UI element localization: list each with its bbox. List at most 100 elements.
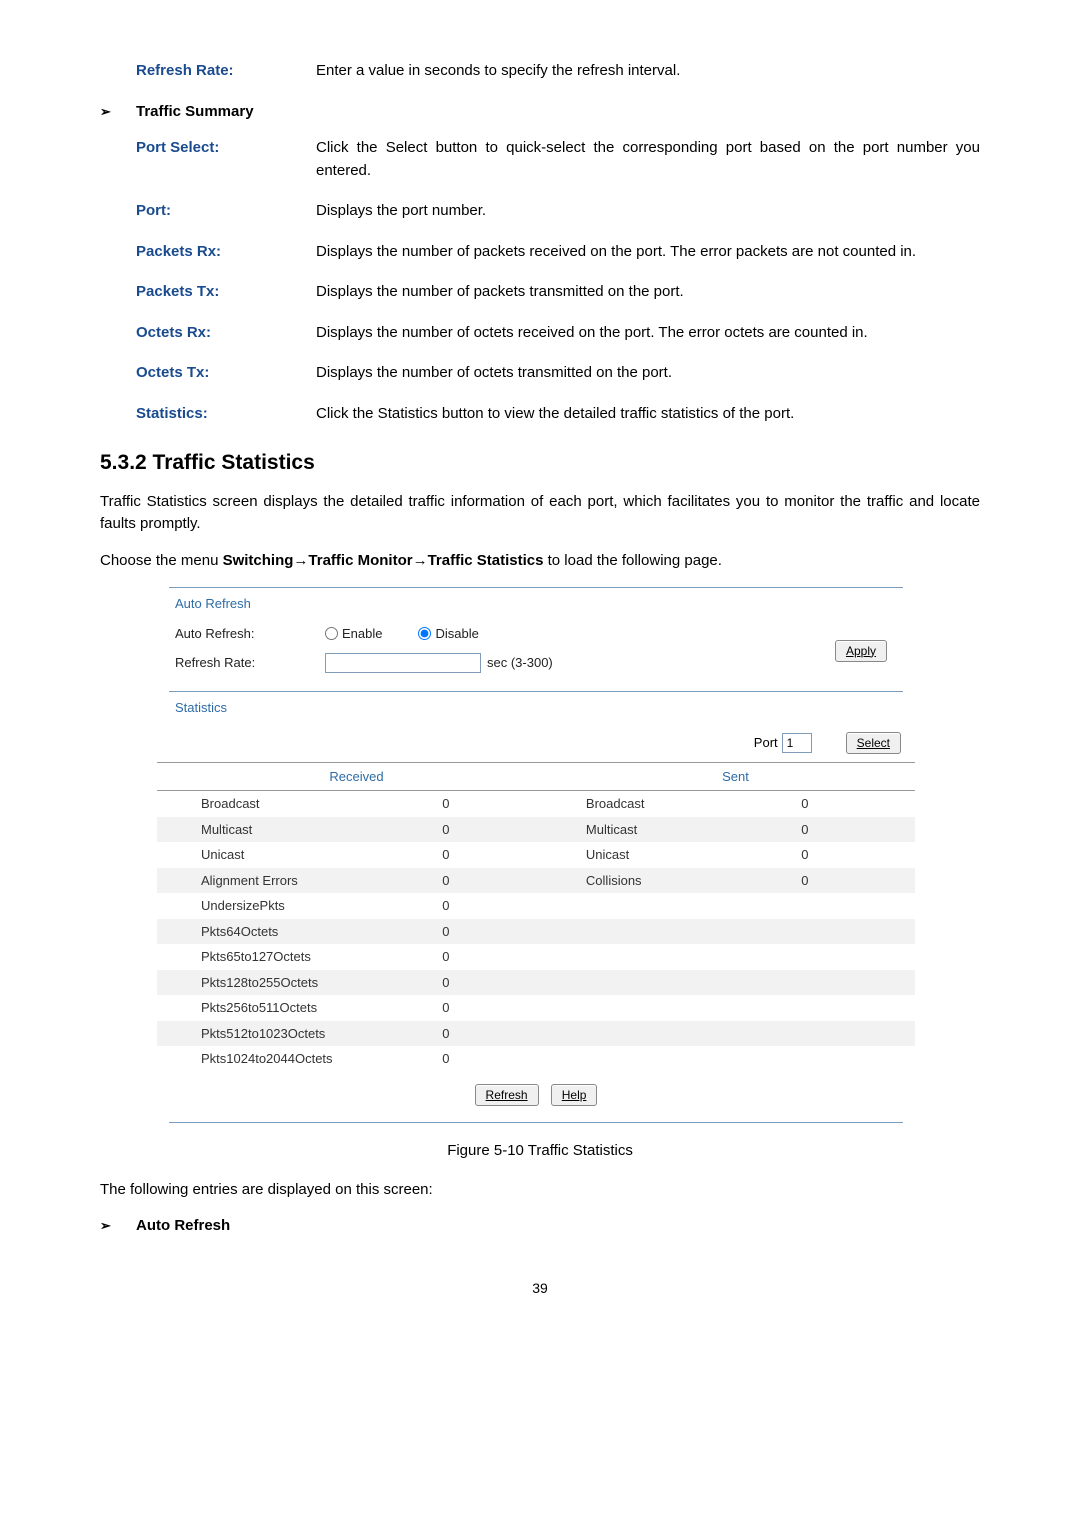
table-row: Pkts512to1023Octets 0	[157, 1021, 915, 1047]
def-port-select: Port Select: Click the Select button to …	[136, 137, 980, 182]
section-auto-refresh: ➢ Auto Refresh	[100, 1215, 980, 1238]
def-label: Packets Tx:	[136, 281, 316, 304]
radio-disable-text: Disable	[435, 624, 478, 644]
figure-caption: Figure 5-10 Traffic Statistics	[100, 1140, 980, 1163]
auto-refresh-label: Auto Refresh:	[175, 624, 325, 644]
table-row: Unicast 0 Unicast 0	[157, 842, 915, 868]
table-row: Pkts65to127Octets 0	[157, 944, 915, 970]
cell-label: Pkts256to511Octets	[157, 995, 436, 1021]
apply-button[interactable]: Apply	[835, 640, 887, 662]
cell-value: 0	[795, 842, 915, 868]
def-label: Refresh Rate:	[136, 60, 316, 83]
cell-label: Pkts65to127Octets	[157, 944, 436, 970]
cell-label: Collisions	[556, 868, 795, 894]
cell-value: 0	[436, 970, 556, 996]
cell-label: Unicast	[556, 842, 795, 868]
radio-disable[interactable]	[418, 627, 431, 640]
radio-disable-label[interactable]: Disable	[418, 624, 478, 644]
def-packets-tx: Packets Tx: Displays the number of packe…	[136, 281, 980, 304]
def-label: Port Select:	[136, 137, 316, 182]
cell-label: Pkts64Octets	[157, 919, 436, 945]
cell-label: Pkts1024to2044Octets	[157, 1046, 436, 1072]
radio-enable-text: Enable	[342, 624, 382, 644]
def-refresh-rate: Refresh Rate: Enter a value in seconds t…	[136, 60, 980, 83]
def-octets-tx: Octets Tx: Displays the number of octets…	[136, 362, 980, 385]
cell-label: Multicast	[157, 817, 436, 843]
def-desc: Displays the port number.	[316, 200, 980, 223]
def-desc: Displays the number of octets received o…	[316, 322, 980, 345]
def-label: Port:	[136, 200, 316, 223]
def-packets-rx: Packets Rx: Displays the number of packe…	[136, 241, 980, 264]
panel-title-statistics: Statistics	[157, 692, 915, 724]
figure-panel: Auto Refresh Auto Refresh: Enable Disabl…	[156, 586, 916, 1124]
def-desc: Click the Select button to quick-select …	[316, 137, 980, 182]
def-desc: Displays the number of packets transmitt…	[316, 281, 980, 304]
cell-value: 0	[436, 944, 556, 970]
col-sent: Sent	[556, 762, 915, 791]
select-button[interactable]: Select	[846, 732, 901, 754]
port-label: Port	[754, 733, 778, 753]
refresh-rate-input[interactable]	[325, 653, 481, 673]
section-title: Traffic Summary	[136, 101, 254, 124]
cell-value: 0	[436, 1046, 556, 1072]
def-port: Port: Displays the port number.	[136, 200, 980, 223]
cell-value: 0	[795, 791, 915, 817]
sec-suffix: sec (3-300)	[487, 653, 553, 673]
help-button[interactable]: Help	[551, 1084, 598, 1106]
cell-label: Pkts512to1023Octets	[157, 1021, 436, 1047]
paragraph: Traffic Statistics screen displays the d…	[100, 491, 980, 536]
cell-value: 0	[795, 868, 915, 894]
bullet-arrow-icon: ➢	[100, 102, 136, 122]
radio-enable-label[interactable]: Enable	[325, 624, 382, 644]
cell-label: UndersizePkts	[157, 893, 436, 919]
cell-value: 0	[436, 868, 556, 894]
text: Choose the menu	[100, 552, 223, 569]
table-row: Alignment Errors 0 Collisions 0	[157, 868, 915, 894]
heading-traffic-statistics: 5.3.2 Traffic Statistics	[100, 447, 980, 479]
table-row: Multicast 0 Multicast 0	[157, 817, 915, 843]
table-row: UndersizePkts 0	[157, 893, 915, 919]
def-octets-rx: Octets Rx: Displays the number of octets…	[136, 322, 980, 345]
def-desc: Displays the number of packets received …	[316, 241, 980, 264]
port-input[interactable]	[782, 733, 812, 753]
table-row: Pkts64Octets 0	[157, 919, 915, 945]
refresh-button[interactable]: Refresh	[475, 1084, 539, 1106]
cell-label: Alignment Errors	[157, 868, 436, 894]
section-traffic-summary: ➢ Traffic Summary	[100, 101, 980, 124]
def-desc: Click the Statistics button to view the …	[316, 403, 980, 426]
cell-value: 0	[436, 817, 556, 843]
cell-value: 0	[436, 842, 556, 868]
paragraph: The following entries are displayed on t…	[100, 1179, 980, 1202]
col-received: Received	[157, 762, 556, 791]
menu-path: Switching→Traffic Monitor→Traffic Statis…	[223, 552, 544, 569]
cell-label: Multicast	[556, 817, 795, 843]
def-label: Octets Rx:	[136, 322, 316, 345]
cell-value: 0	[795, 817, 915, 843]
def-label: Octets Tx:	[136, 362, 316, 385]
cell-label: Broadcast	[157, 791, 436, 817]
cell-label: Broadcast	[556, 791, 795, 817]
table-row: Pkts256to511Octets 0	[157, 995, 915, 1021]
statistics-table: Received Sent Broadcast 0 Broadcast 0 Mu…	[157, 762, 915, 1072]
table-row: Pkts1024to2044Octets 0	[157, 1046, 915, 1072]
def-statistics: Statistics: Click the Statistics button …	[136, 403, 980, 426]
panel-title-auto-refresh: Auto Refresh	[157, 588, 915, 620]
cell-value: 0	[436, 893, 556, 919]
paragraph: Choose the menu Switching→Traffic Monito…	[100, 550, 980, 573]
def-label: Packets Rx:	[136, 241, 316, 264]
cell-label: Pkts128to255Octets	[157, 970, 436, 996]
cell-value: 0	[436, 1021, 556, 1047]
bullet-arrow-icon: ➢	[100, 1216, 136, 1236]
cell-value: 0	[436, 995, 556, 1021]
def-desc: Enter a value in seconds to specify the …	[316, 60, 980, 83]
refresh-rate-label: Refresh Rate:	[175, 653, 325, 673]
text: to load the following page.	[543, 552, 721, 569]
def-label: Statistics:	[136, 403, 316, 426]
radio-enable[interactable]	[325, 627, 338, 640]
cell-value: 0	[436, 919, 556, 945]
cell-value: 0	[436, 791, 556, 817]
cell-label: Unicast	[157, 842, 436, 868]
table-row: Broadcast 0 Broadcast 0	[157, 791, 915, 817]
page-number: 39	[100, 1278, 980, 1299]
section-title: Auto Refresh	[136, 1215, 230, 1238]
